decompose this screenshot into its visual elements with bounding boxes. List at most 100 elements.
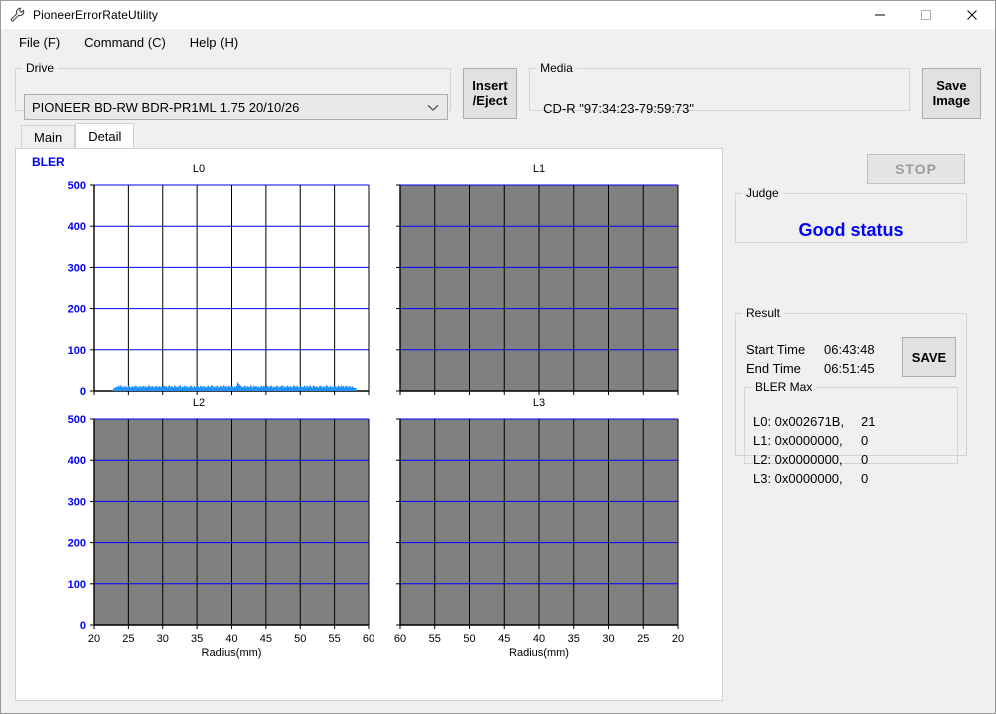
stop-button[interactable]: STOP	[867, 154, 965, 184]
menu-help[interactable]: Help (H)	[184, 33, 250, 52]
tab-detail[interactable]: Detail	[75, 123, 135, 148]
svg-text:50: 50	[463, 633, 475, 645]
end-time-row: End Time 06:51:45	[746, 359, 875, 378]
chart-grid: L0 0 100 200 300 400 500 L1 L2 0 100 200 300 400 5…	[16, 149, 722, 700]
result-times: Start Time 06:43:48 End Time 06:51:45	[746, 340, 875, 378]
chart-l0-plot: 0100200300400500	[68, 180, 370, 398]
bler-l3-count: 0	[861, 471, 869, 486]
svg-text:60: 60	[363, 633, 374, 645]
svg-text:100: 100	[68, 345, 86, 357]
chevron-down-icon	[427, 100, 439, 115]
svg-text:40: 40	[225, 633, 237, 645]
bler-l0-count: 21	[861, 414, 876, 429]
svg-text:30: 30	[157, 633, 169, 645]
svg-text:500: 500	[68, 180, 86, 192]
start-time-label: Start Time	[746, 342, 806, 357]
bler-row-l3: L3: 0x0000000, 0	[753, 469, 875, 488]
save-image-button[interactable]: Save Image	[921, 68, 981, 119]
svg-text:Radius(mm): Radius(mm)	[509, 647, 569, 659]
title-bar: PioneerErrorRateUtility	[1, 0, 995, 29]
svg-text:200: 200	[68, 304, 86, 316]
media-group: Media CD-R "97:34:23-79:59:73"	[529, 61, 910, 116]
save-button[interactable]: SAVE	[902, 337, 956, 377]
drive-selected-value: PIONEER BD-RW BDR-PR1ML 1.75 20/10/26	[32, 99, 300, 115]
body-area: BLER L0 0 100 200 300 400 500 L1 L2 0 100 200 30…	[1, 148, 995, 713]
drive-select[interactable]: PIONEER BD-RW BDR-PR1ML 1.75 20/10/26	[24, 94, 448, 120]
svg-text:25: 25	[122, 633, 134, 645]
svg-text:300: 300	[68, 496, 86, 508]
start-time-row: Start Time 06:43:48	[746, 340, 875, 359]
wrench-icon	[7, 4, 29, 26]
end-time-label: End Time	[746, 361, 801, 376]
svg-text:400: 400	[68, 221, 86, 233]
media-legend: Media	[540, 61, 573, 75]
insert-eject-button[interactable]: Insert /Eject	[462, 68, 518, 119]
judge-group: Judge Good status	[735, 186, 967, 243]
chart-l1: L1	[374, 163, 704, 408]
svg-text:0: 0	[80, 620, 86, 632]
svg-text:20: 20	[88, 633, 100, 645]
top-groups-row: Drive PIONEER BD-RW BDR-PR1ML 1.75 20/10…	[1, 55, 995, 120]
bler-l2-count: 0	[861, 452, 869, 467]
bler-row-l1: L1: 0x0000000, 0	[753, 431, 875, 450]
chart-l3-plot: 60 55 50 45 40 35 30 25 20 Radius(mm)	[394, 418, 684, 659]
svg-text:35: 35	[568, 633, 580, 645]
menu-bar: File (F) Command (C) Help (H)	[1, 29, 995, 55]
svg-text:300: 300	[68, 262, 86, 274]
svg-text:45: 45	[260, 633, 272, 645]
app-window: PioneerErrorRateUtility File (F) Command…	[0, 0, 996, 714]
bler-l3-addr: L3: 0x0000000,	[753, 471, 843, 486]
tab-main[interactable]: Main	[21, 125, 76, 148]
maximize-button[interactable]	[903, 0, 949, 29]
chart-l2-title: L2	[192, 397, 206, 409]
chart-l3-title: L3	[532, 397, 546, 409]
right-panel: STOP Judge Good status Result Start Time…	[731, 148, 979, 701]
bler-max-legend: BLER Max	[755, 380, 813, 394]
svg-text:35: 35	[191, 633, 203, 645]
chart-l3: L3 60 55 50 45 40 35 30 25 20 Radius(mm)	[374, 397, 704, 662]
bler-l1-addr: L1: 0x0000000,	[753, 433, 843, 448]
svg-text:50: 50	[294, 633, 306, 645]
svg-text:400: 400	[68, 455, 86, 467]
svg-text:25: 25	[637, 633, 649, 645]
menu-command[interactable]: Command (C)	[78, 33, 178, 52]
svg-text:30: 30	[602, 633, 614, 645]
judge-legend: Judge	[746, 186, 779, 200]
bler-row-l0: L0: 0x002671B, 21	[753, 412, 875, 431]
chart-l1-title: L1	[532, 163, 546, 175]
result-group: Result Start Time 06:43:48 End Time 06:5…	[735, 306, 967, 486]
chart-l2-plot: 0 100 200 300 400 500 20 25 30 35 40 45 50 55 60 Radius…	[68, 414, 374, 659]
svg-text:100: 100	[68, 579, 86, 591]
window-title: PioneerErrorRateUtility	[33, 7, 159, 22]
chart-l1-plot	[396, 184, 679, 395]
close-button[interactable]	[949, 0, 995, 29]
svg-text:60: 60	[394, 633, 406, 645]
svg-text:45: 45	[498, 633, 510, 645]
svg-text:20: 20	[672, 633, 684, 645]
bler-max-group: BLER Max L0: 0x002671B, 21 L1: 0x0000000…	[744, 380, 958, 486]
media-value: CD-R "97:34:23-79:59:73"	[543, 101, 695, 116]
bler-l2-addr: L2: 0x0000000,	[753, 452, 843, 467]
charts-panel: BLER L0 0 100 200 300 400 500 L1 L2 0 100 200 30…	[15, 148, 723, 701]
judge-status: Good status	[798, 220, 904, 240]
chart-l2: L2 0 100 200 300 400 500 20 25 30 35 40 45 50 55 60 Rad…	[24, 397, 374, 662]
bler-l1-count: 0	[861, 433, 869, 448]
chart-l0-title: L0	[192, 163, 206, 175]
menu-file[interactable]: File (F)	[13, 33, 72, 52]
chart-l0: L0 0 100 200 300 400 500	[24, 163, 374, 408]
bler-row-l2: L2: 0x0000000, 0	[753, 450, 875, 469]
tab-strip: Main Detail	[1, 123, 995, 148]
bler-l0-addr: L0: 0x002671B,	[753, 414, 845, 429]
drive-legend: Drive	[26, 61, 55, 75]
bler-max-rows: L0: 0x002671B, 21 L1: 0x0000000, 0 L2: 0…	[753, 412, 875, 488]
svg-text:55: 55	[329, 633, 341, 645]
minimize-button[interactable]	[857, 0, 903, 29]
svg-text:55: 55	[429, 633, 441, 645]
drive-group: Drive PIONEER BD-RW BDR-PR1ML 1.75 20/10…	[15, 61, 451, 120]
start-time-value: 06:43:48	[824, 342, 875, 357]
svg-text:500: 500	[68, 414, 86, 426]
svg-text:40: 40	[533, 633, 545, 645]
result-legend: Result	[746, 306, 781, 320]
svg-text:Radius(mm): Radius(mm)	[202, 647, 262, 659]
end-time-value: 06:51:45	[824, 361, 875, 376]
